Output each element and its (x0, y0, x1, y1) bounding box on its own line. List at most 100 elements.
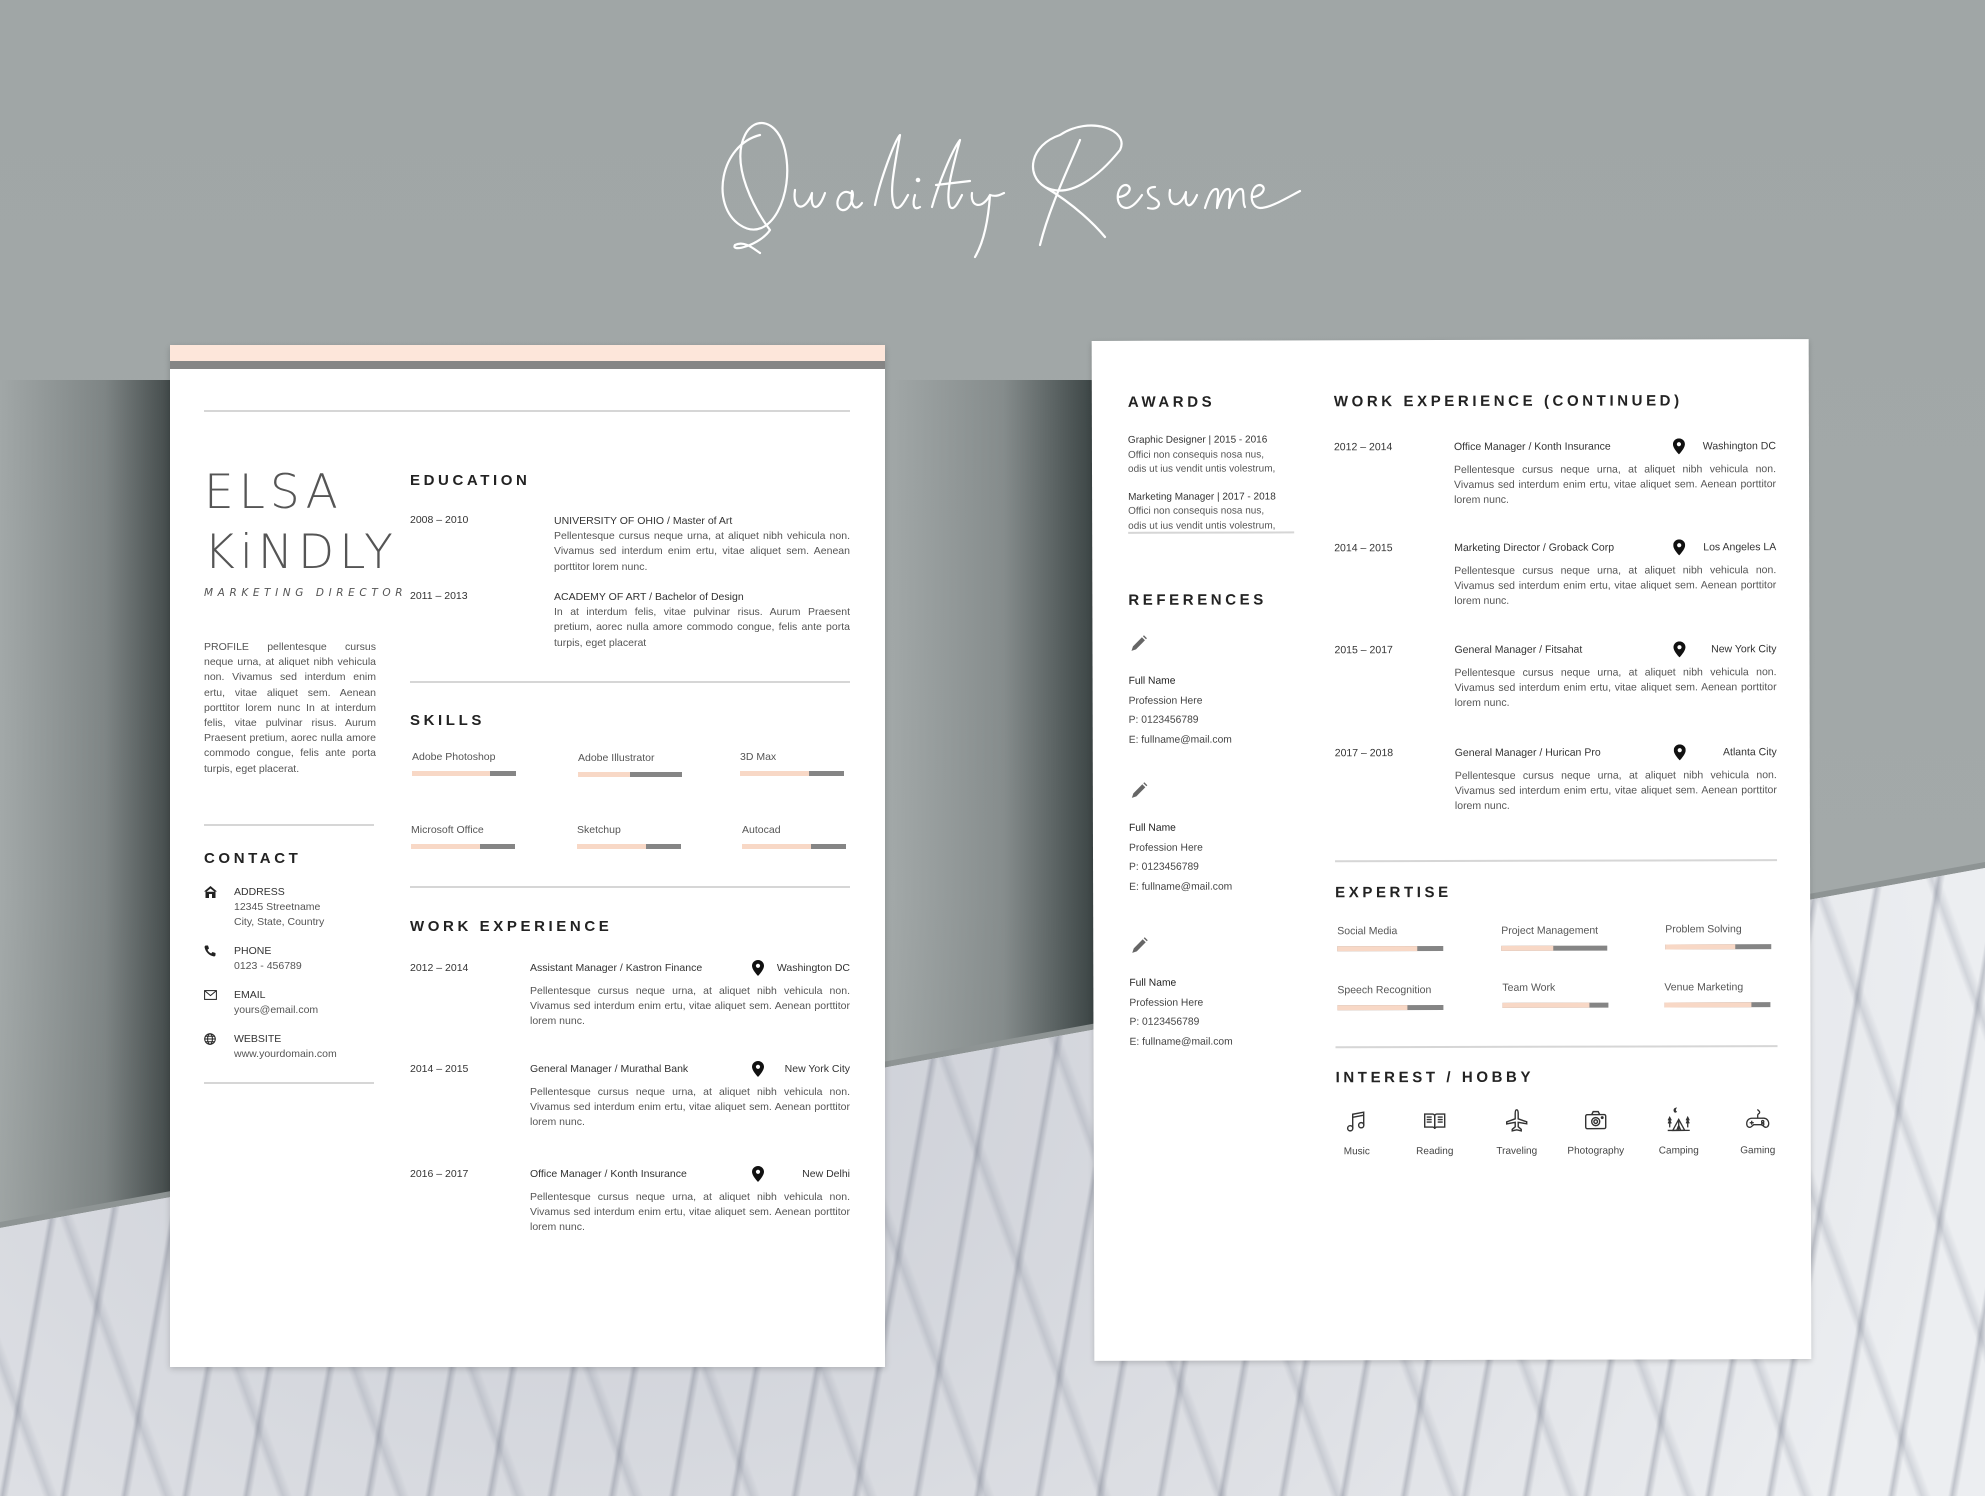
education-heading: EDUCATION (410, 472, 531, 489)
top-band-peach (170, 345, 885, 361)
divider (410, 886, 850, 888)
education-description: In at interdum felis, vitae pulvinar ris… (554, 606, 850, 649)
award-title: Marketing Manager | 2017 - 2018 (1128, 491, 1276, 503)
hobby-label: Traveling (1496, 1145, 1538, 1157)
work-location: Atlanta City (1723, 746, 1777, 759)
work-years: 2016 – 2017 (410, 1168, 469, 1180)
award-title: Graphic Designer | 2015 - 2016 (1127, 434, 1268, 446)
skill-label: Microsoft Office (411, 824, 484, 836)
reference-phone: P: 0123456789 (1129, 861, 1199, 873)
hobby-label: Camping (1658, 1145, 1699, 1157)
expertise-label: Speech Recognition (1337, 984, 1432, 997)
work-description: Pellentesque cursus neque urna, at aliqu… (530, 985, 850, 1028)
award-item: Marketing Manager | 2017 - 2018 Offici n… (1128, 490, 1300, 534)
work-experience-heading: WORK EXPERIENCE (410, 918, 613, 935)
contact-website: WEBSITE www.yourdomain.com (204, 1032, 384, 1062)
work-title: Office Manager / Konth Insurance (1453, 440, 1611, 453)
skill-bar (578, 772, 682, 777)
skill-bar (411, 844, 515, 849)
expertise-bar (1337, 1005, 1444, 1011)
expertise-item: Team Work (1502, 982, 1609, 1008)
reference-item: Full Name Profession Here P: 0123456789 … (1128, 633, 1300, 749)
work-item: 2014 – 2015 Marketing Director / Groback… (1334, 539, 1776, 607)
skill-bar-fill (412, 771, 490, 776)
resume-page-1: ELSA KiNDLY MARKETING DIRECTOR PROFILE p… (170, 345, 885, 1367)
mail-icon (204, 988, 234, 1018)
work-years: 2012 – 2014 (1333, 441, 1393, 454)
reference-item: Full Name Profession Here P: 0123456789 … (1129, 780, 1301, 896)
skill-item: Autocad (742, 824, 846, 849)
expertise-bar-fill (1664, 1002, 1752, 1008)
work-item: 2017 – 2018 General Manager / Hurican Pr… (1335, 744, 1777, 812)
expertise-item: Speech Recognition (1337, 984, 1444, 1011)
location-pin-icon (752, 1166, 764, 1182)
expertise-label: Problem Solving (1665, 923, 1742, 936)
reference-profession: Profession Here (1128, 842, 1203, 854)
work-location: New York City (784, 1063, 850, 1075)
expertise-item: Problem Solving (1665, 923, 1772, 950)
gamepad-icon (1746, 1109, 1770, 1128)
award-line: odis ut ius vendit untis volestrum, (1127, 463, 1276, 476)
awards-heading: AWARDS (1127, 393, 1216, 411)
work-years: 2014 – 2015 (410, 1063, 469, 1075)
contact-value: yours@email.com (234, 1004, 319, 1016)
divider (204, 1082, 374, 1084)
skill-item: Microsoft Office (411, 824, 515, 849)
expertise-label: Project Management (1501, 924, 1599, 937)
hobby-item: Music (1317, 1108, 1397, 1157)
skill-bar (412, 771, 516, 776)
location-pin-icon (1672, 438, 1685, 455)
divider (1128, 531, 1295, 534)
expertise-bar-fill (1665, 944, 1736, 950)
hobby-label: Music (1343, 1146, 1370, 1158)
contact-label: ADDRESS (234, 886, 285, 898)
hobby-item: Gaming (1718, 1107, 1798, 1156)
awards-list: Graphic Designer | 2015 - 2016 Offici no… (1128, 433, 1300, 547)
pencil-icon (1131, 782, 1148, 798)
expertise-bar (1337, 946, 1444, 952)
hobby-item: Photography (1556, 1108, 1636, 1157)
work-location: Washington DC (1702, 440, 1776, 453)
hobby-label: Reading (1416, 1145, 1454, 1158)
pencil-icon (1132, 937, 1148, 953)
work-years: 2017 – 2018 (1334, 747, 1394, 760)
expertise-item: Project Management (1501, 924, 1608, 951)
location-pin-icon (1673, 539, 1686, 556)
expertise-heading: EXPERTISE (1335, 883, 1452, 902)
skill-bar-fill (577, 844, 646, 849)
references-heading: REFERENCES (1128, 591, 1267, 609)
work-description: Pellentesque cursus neque urna, at aliqu… (530, 1086, 850, 1129)
work-description: Pellentesque cursus neque urna, at aliqu… (1454, 769, 1777, 813)
divider (1335, 859, 1778, 863)
resume-page-2: AWARDS Graphic Designer | 2015 - 2016 Of… (1091, 339, 1812, 1361)
location-pin-icon (752, 1061, 764, 1077)
expertise-bar-fill (1502, 1002, 1590, 1008)
airplane-icon (1506, 1109, 1528, 1132)
work-title: General Manager / Hurican Pro (1454, 746, 1601, 759)
location-pin-icon (1673, 744, 1686, 761)
skill-label: Adobe Photoshop (412, 751, 496, 763)
contact-value: 0123 - 456789 (234, 960, 302, 972)
skill-bar-fill (740, 771, 809, 776)
skill-bar (740, 771, 844, 776)
reference-name: Full Name (1128, 822, 1176, 834)
music-note-icon (1346, 1111, 1365, 1132)
globe-icon (204, 1032, 234, 1062)
expertise-bar (1664, 1002, 1771, 1008)
expertise-bar (1501, 945, 1608, 951)
education-description: Pellentesque cursus neque urna, at aliqu… (554, 530, 850, 573)
work-title: Office Manager / Konth Insurance (530, 1168, 687, 1180)
tent-icon (1667, 1107, 1690, 1132)
work-title: General Manager / Murathal Bank (530, 1063, 689, 1075)
expertise-bar (1665, 944, 1772, 950)
skill-bar-fill (742, 844, 811, 849)
award-line: Offici non consequis nosa nus, (1128, 505, 1265, 518)
skills-heading: SKILLS (410, 712, 485, 729)
hobby-item: Traveling (1477, 1108, 1557, 1157)
contact-label: WEBSITE (234, 1033, 282, 1045)
reference-email: E: fullname@mail.com (1129, 1036, 1233, 1048)
reference-name: Full Name (1128, 675, 1176, 687)
education-title: ACADEMY OF ART / Bachelor of Design (554, 591, 744, 603)
skill-bar-fill (578, 772, 630, 777)
job-role: MARKETING DIRECTOR (204, 587, 408, 599)
